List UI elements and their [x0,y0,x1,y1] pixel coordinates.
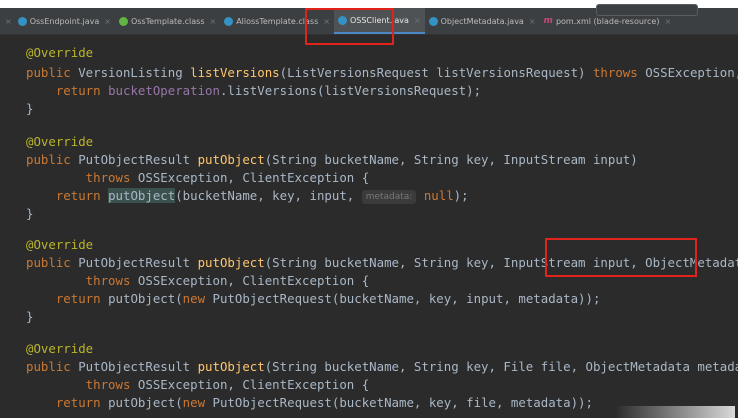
code-line: return putObject(bucketName, key, input,… [26,187,469,205]
code-line: return putObject(new PutObjectRequest(bu… [26,394,593,412]
keyword: public [26,65,79,80]
type-name: VersionListing [78,65,191,80]
exceptions: OSSException, ClientException { [137,377,370,392]
keyword: return [26,188,109,203]
method-call: putObject( [108,291,183,306]
tab-osstemplate[interactable]: OssTemplate.class × [115,8,220,34]
exceptions: OSSException, ClientException { [137,170,370,185]
brace: } [26,206,34,221]
code-line: @Override [26,340,93,358]
code-line: @Override [26,44,93,62]
code-line: @Override [26,236,93,254]
code-line: public PutObjectResult putObject(String … [26,151,638,169]
keyword: new [182,395,213,410]
method-name: putObject [197,152,265,167]
tab-label: OssTemplate.class [130,16,205,26]
annotation: @Override [26,134,94,149]
type-name: PutObjectResult [78,152,198,167]
method-call: putObject [108,188,176,203]
code-editor[interactable]: @Override public VersionListing listVers… [0,35,738,418]
code-line: @Override [26,133,93,151]
brace: } [26,101,34,116]
tab-label: ObjectMetadata.java [440,16,524,26]
exceptions: OSSException, ClientException [645,65,738,80]
keyword: public [26,152,79,167]
search-field[interactable] [596,4,698,16]
code-line: throws OSSException, ClientException { [26,376,370,394]
annotation: @Override [26,45,94,60]
keyword: throws [26,377,138,392]
interface-class-icon [118,16,128,26]
right-frame [738,0,743,418]
call-end: ); [453,188,469,203]
tab-close-icon[interactable]: × [664,17,671,26]
keyword: null [416,188,454,203]
code-line: return putObject(new PutObjectRequest(bu… [26,290,601,308]
annotation: @Override [26,237,94,252]
type-name: PutObjectResult [78,255,198,270]
java-class-icon [428,16,438,26]
code-line: } [26,205,33,223]
ide-window: × OssEndpoint.java × OssTemplate.class ×… [0,0,738,418]
corner-shadow [615,406,735,418]
highlight-box-active-tab [305,8,394,45]
tab-ossendpoint[interactable]: OssEndpoint.java × [14,8,115,34]
code-line: public VersionListing listVersions(ListV… [26,64,738,82]
tab-close-icon[interactable]: × [414,16,421,25]
arguments: (bucketName, key, input, [175,188,362,203]
maven-pom-icon: m [543,16,553,26]
close-icon[interactable]: × [0,17,14,26]
code-line: throws OSSException, ClientException { [26,169,370,187]
keyword: return [26,83,109,98]
type-name: PutObjectResult [78,359,198,374]
exceptions: OSSException, ClientException { [137,273,370,288]
parameter-hint: metadata: [361,189,417,204]
keyword: return [26,395,109,410]
tab-close-icon[interactable]: × [210,17,217,26]
method-name: putObject [197,255,265,270]
annotation: @Override [26,341,94,356]
tab-close-icon[interactable]: × [529,17,536,26]
constructor-call: PutObjectRequest(bucketName, key, input,… [212,291,601,306]
keyword: return [26,291,109,306]
call: .listVersions(listVersionsRequest); [219,83,482,98]
keyword: public [26,359,79,374]
params: (ListVersionsRequest listVersionsRequest… [279,65,593,80]
tab-close-icon[interactable]: × [104,17,111,26]
keyword: public [26,255,79,270]
constructor-call: PutObjectRequest(bucketName, key, file, … [212,395,593,410]
code-line: return bucketOperation.listVersions(list… [26,82,481,100]
brace: } [26,309,34,324]
tab-label: pom.xml (blade-resource) [555,16,660,26]
highlight-box-metadata-param [545,238,697,277]
field-name: bucketOperation [108,83,220,98]
tab-objectmetadata[interactable]: ObjectMetadata.java × [425,8,540,34]
code-line: } [26,100,33,118]
keyword: new [182,291,213,306]
params: (String bucketName, String key, File fil… [264,359,738,374]
keyword: throws [26,170,138,185]
code-line: public PutObjectResult putObject(String … [26,358,738,376]
tab-label: OssEndpoint.java [29,16,100,26]
params: (String bucketName, String key, InputStr… [264,152,638,167]
java-class-icon [17,16,27,26]
method-call: putObject( [108,395,183,410]
keyword: throws [26,273,138,288]
class-file-icon [224,16,234,26]
method-name: putObject [197,359,265,374]
keyword: throws [592,65,646,80]
code-line: } [26,308,33,326]
code-line: throws OSSException, ClientException { [26,272,370,290]
method-name: listVersions [190,65,280,80]
